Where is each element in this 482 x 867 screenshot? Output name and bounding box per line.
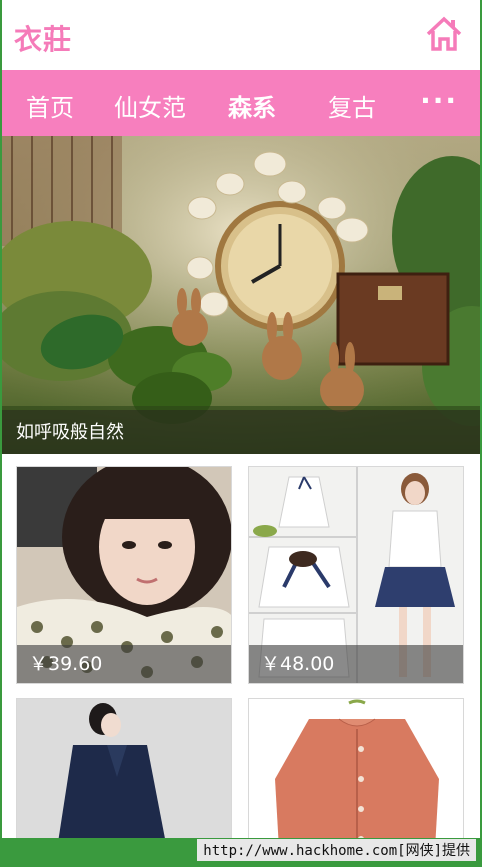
product-card[interactable] [248,698,464,838]
product-card[interactable] [16,698,232,838]
hero-image [2,136,480,454]
more-menu-icon[interactable]: ··· [420,84,458,117]
app-logo[interactable]: 衣莊 [14,18,72,58]
home-icon[interactable] [424,14,464,54]
nav-item-forest[interactable]: 森系 [228,88,276,123]
hero-banner[interactable]: 如呼吸般自然 [2,136,480,454]
category-nav: 首页 仙女范 森系 复古 ··· [2,70,480,136]
nav-item-fairy[interactable]: 仙女范 [114,88,186,123]
app-frame: 衣莊 首页 仙女范 森系 复古 ··· 如呼吸般自然 ￥39.60 ￥48.00 [2,0,480,838]
product-image [17,699,231,838]
product-image [249,699,463,838]
nav-item-retro[interactable]: 复古 [328,88,376,123]
footer-strip: http://www.hackhome.com[网侠]提供 [0,838,482,867]
product-price: ￥48.00 [261,653,335,675]
top-bar: 衣莊 [2,0,480,70]
watermark-text: http://www.hackhome.com[网侠]提供 [197,839,476,861]
product-card[interactable]: ￥39.60 [16,466,232,684]
product-card[interactable]: ￥48.00 [248,466,464,684]
nav-item-home[interactable]: 首页 [26,88,74,123]
product-price: ￥39.60 [29,653,103,675]
hero-caption: 如呼吸般自然 [16,422,124,443]
